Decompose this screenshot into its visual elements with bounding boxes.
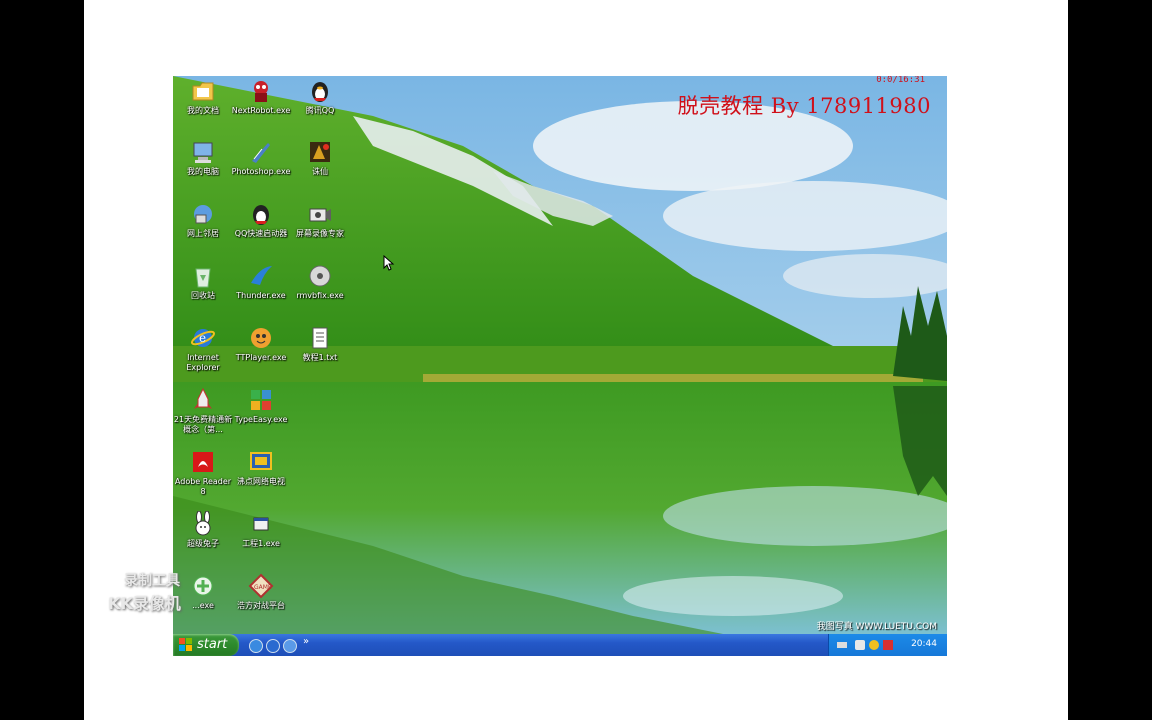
window-icon	[248, 511, 274, 537]
desktop-icon-super-rabbit[interactable]: 超级兔子	[173, 510, 233, 549]
tv-icon	[248, 449, 274, 475]
desktop-icon-my-computer[interactable]: 我的电脑	[173, 139, 233, 177]
icon-label: QQ快速启动器	[234, 229, 288, 238]
start-label: start	[197, 637, 228, 652]
desktop-icon[interactable]	[283, 639, 297, 653]
icon-label: Internet Explorer	[186, 353, 220, 372]
icon-label: NextRobot.exe	[231, 106, 291, 115]
desktop-icon-tutorial-txt[interactable]: 教程1.txt	[290, 325, 350, 363]
desktop-icon-ttplayer[interactable]: TTPlayer.exe	[231, 325, 291, 363]
folder-doc-icon	[190, 78, 216, 104]
rocket-icon	[190, 387, 216, 413]
text-file-icon	[307, 325, 333, 351]
keyboard-icon[interactable]	[837, 642, 847, 648]
feather-icon	[248, 139, 274, 165]
icon-label: 腾讯QQ	[305, 106, 335, 115]
desktop-icon-adobe-reader[interactable]: Adobe Reader 8	[173, 449, 233, 497]
icon-label: Photoshop.exe	[231, 167, 291, 176]
icon-label: 工程1.exe	[242, 539, 280, 548]
desktop-icon-project1[interactable]: 工程1.exe	[231, 511, 291, 549]
icon-label: 诛仙	[312, 167, 328, 176]
kk-recorder-watermark: 录制工具 KK录像机	[108, 570, 181, 614]
windows-flag-icon	[179, 638, 192, 651]
icon-label: 浩方对战平台	[237, 601, 285, 610]
kk-watermark-line2: KK录像机	[108, 594, 181, 613]
desktop-icon-ie[interactable]: e Internet Explorer	[173, 325, 233, 373]
icon-label: 屏幕录像专家	[296, 229, 344, 238]
icon-label: 21天免费精通新概念（第...	[173, 415, 233, 434]
tutorial-title-overlay: 脱壳教程 By 178911980	[677, 94, 931, 118]
mouse-cursor-icon	[383, 255, 395, 271]
desktop-icon-typeeasy[interactable]: TypeEasy.exe	[231, 387, 291, 425]
kk-watermark-line1: 录制工具	[124, 573, 180, 589]
icon-label: Thunder.exe	[236, 291, 286, 300]
taskbar: start » 20:44	[173, 634, 947, 656]
rabbit-icon	[190, 510, 216, 537]
desktop-icon-photoshop[interactable]: Photoshop.exe	[231, 139, 291, 177]
desktop-icon-win-exe[interactable]: ...exe	[173, 573, 233, 611]
desktop-icon-english-21[interactable]: 21天免费精通新概念（第...	[173, 387, 233, 435]
quicklaunch-chevron[interactable]: »	[303, 636, 309, 647]
desktop-screen: 0:0/16:31 脱壳教程 By 178911980 我的文档 NextRob…	[173, 76, 947, 656]
computer-icon	[190, 139, 216, 165]
icon-label: 超级兔子	[187, 539, 219, 548]
desktop-icon-qq-launcher[interactable]: QQ快速启动器	[231, 201, 291, 239]
blocks-icon	[248, 387, 274, 413]
clock: 20:44	[911, 639, 937, 649]
desktop-icon-net-tv[interactable]: 沸点网络电视	[231, 449, 291, 487]
icon-label: TypeEasy.exe	[234, 415, 288, 424]
recording-timer: 0:0/16:31	[876, 76, 925, 85]
desktop-icon-recycle-bin[interactable]: 回收站	[173, 263, 233, 301]
recycle-icon	[190, 263, 216, 289]
media-icon[interactable]	[266, 639, 280, 653]
game-badge-icon: GAME	[248, 573, 274, 599]
icon-label: 网上邻居	[187, 229, 219, 238]
robot-icon	[248, 78, 274, 104]
tray-shield-icon[interactable]	[883, 640, 893, 650]
desktop-icon-rmvbfix[interactable]: rmvbfix.exe	[290, 263, 350, 301]
bird-icon	[248, 263, 274, 289]
icon-label: TTPlayer.exe	[235, 353, 287, 362]
photo-credit-watermark: 我图写真 WWW.LUETU.COM	[816, 622, 937, 632]
penguin-icon	[248, 201, 274, 227]
icon-label: 沸点网络电视	[237, 477, 285, 486]
desktop-icon-tencent-qq[interactable]: 腾讯QQ	[290, 78, 350, 116]
speaker-icon[interactable]	[855, 640, 865, 650]
svg-text:GAME: GAME	[254, 584, 272, 591]
game-icon	[307, 139, 333, 165]
icon-label: 回收站	[191, 291, 215, 300]
desktop-icon-nextrobot[interactable]: NextRobot.exe	[231, 78, 291, 116]
plus-icon	[190, 573, 216, 599]
network-icon	[190, 201, 216, 227]
camera-icon	[307, 201, 333, 227]
pdf-icon	[190, 449, 216, 475]
icon-label: 我的文档	[187, 106, 219, 115]
ie-icon[interactable]	[249, 639, 263, 653]
desktop-icon-haofang[interactable]: GAME 浩方对战平台	[231, 573, 291, 611]
icon-label: ...exe	[192, 601, 214, 610]
desktop-icon-network[interactable]: 网上邻居	[173, 201, 233, 239]
icon-label: 我的电脑	[187, 167, 219, 176]
system-tray: 20:44	[828, 634, 947, 656]
desktop-icon-screen-recorder[interactable]: 屏幕录像专家	[290, 201, 350, 239]
tray-app-icon[interactable]	[869, 640, 879, 650]
desktop-icon-zhuxian[interactable]: 诛仙	[290, 139, 350, 177]
disc-icon	[307, 263, 333, 289]
penguin-icon	[307, 78, 333, 104]
start-button[interactable]: start	[173, 634, 239, 656]
player-icon	[248, 325, 274, 351]
desktop-icon-thunder[interactable]: Thunder.exe	[231, 263, 291, 301]
desktop-icon-my-documents[interactable]: 我的文档	[173, 78, 233, 116]
svg-text:e: e	[199, 331, 206, 345]
icon-label: Adobe Reader 8	[174, 477, 232, 496]
icon-label: 教程1.txt	[302, 353, 338, 362]
ie-icon: e	[190, 325, 216, 351]
icon-label: rmvbfix.exe	[296, 291, 344, 300]
